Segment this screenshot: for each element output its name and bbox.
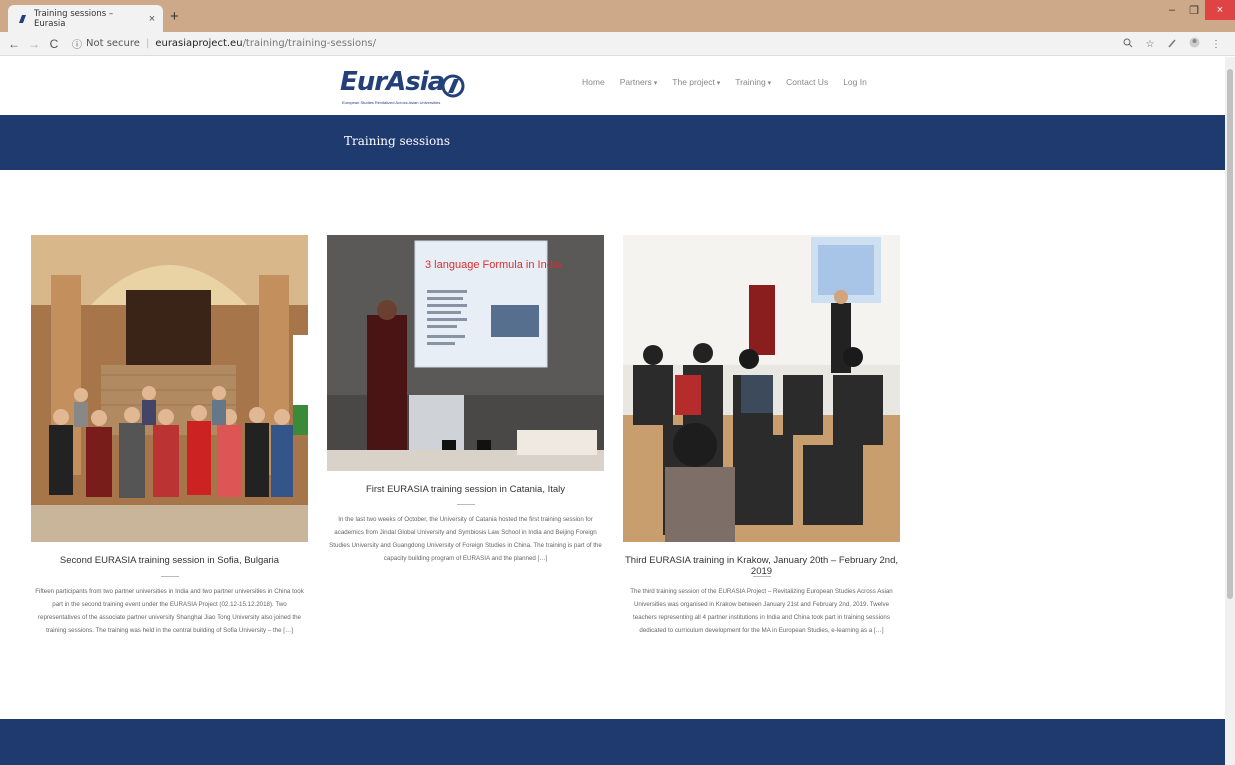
window-controls: – ❐ × [1161,0,1235,20]
slide-title: 3 language Formula in India [425,259,562,271]
minimize-button[interactable]: – [1161,0,1183,20]
page-title: Training sessions [344,134,451,148]
menu-item-home[interactable]: Home [582,77,605,87]
menu-item-training[interactable]: Training [735,77,771,87]
menu-kebab-icon[interactable]: ⋮ [1205,39,1227,50]
bookmark-star-icon[interactable]: ☆ [1139,39,1161,50]
main-menu: Home Partners The project Training Conta… [582,77,867,87]
title-divider [161,576,179,577]
url-separator: | [145,38,150,49]
extension-icon[interactable] [1161,38,1183,51]
title-divider [457,504,475,505]
page-title-banner: Training sessions [0,115,1225,170]
web-page: EurAsia European Studies Revitalized Acr… [0,57,1225,765]
post-title-sofia[interactable]: Second EURASIA training session in Sofia… [31,555,308,566]
not-secure-label: Not secure [86,38,140,49]
post-title-catania[interactable]: First EURASIA training session in Catani… [327,484,604,495]
profile-avatar-icon[interactable] [1183,37,1205,51]
page-scrollbar[interactable] [1225,57,1235,765]
logo-mark-icon [441,74,465,98]
post-excerpt-sofia: Fifteen participants from two partner un… [35,588,304,634]
close-window-button[interactable]: × [1205,0,1235,20]
reload-icon[interactable]: C [44,37,64,51]
scrollbar-thumb[interactable] [1227,69,1233,599]
url-field[interactable]: ⓘ Not secure | eurasiaproject.eu /traini… [72,36,376,51]
logo-text: EurAsia [340,67,445,97]
back-icon[interactable]: ← [4,37,24,51]
tab-close-icon[interactable]: × [145,13,159,25]
site-header: EurAsia European Studies Revitalized Acr… [0,57,1225,115]
new-tab-button[interactable]: + [170,8,179,25]
url-host: eurasiaproject.eu [155,38,243,49]
post-image-sofia[interactable] [31,235,308,542]
post-title-krakow[interactable]: Third EURASIA training in Krakow, Januar… [623,555,900,577]
tab-title: Training sessions – Eurasia [34,8,114,29]
post-excerpt-krakow: The third training session of the EURASI… [630,588,893,634]
url-path: /training/training-sessions/ [242,38,376,49]
address-bar: ← → C ⓘ Not secure | eurasiaproject.eu /… [0,32,1235,56]
browser-tab[interactable]: Training sessions – Eurasia × [8,5,163,32]
menu-item-log-in[interactable]: Log In [843,77,867,87]
zoom-icon[interactable] [1117,38,1139,51]
browser-tab-bar: Training sessions – Eurasia × + – ❐ × [0,0,1235,32]
logo-tagline: European Studies Revitalized Across Asia… [342,100,441,105]
restore-button[interactable]: ❐ [1183,0,1205,20]
site-logo[interactable]: EurAsia European Studies Revitalized Acr… [340,67,470,107]
menu-item-the-project[interactable]: The project [672,77,720,87]
site-footer [0,719,1225,765]
post-image-catania[interactable]: 3 language Formula in India [327,235,604,471]
title-divider [753,576,771,577]
post-excerpt-catania: In the last two weeks of October, the Un… [329,516,602,562]
info-icon[interactable]: ⓘ [72,36,82,51]
post-image-krakow[interactable] [623,235,900,542]
menu-item-contact-us[interactable]: Contact Us [786,77,828,87]
site-favicon-icon [16,13,28,25]
menu-item-partners[interactable]: Partners [620,77,658,87]
forward-icon[interactable]: → [24,37,44,51]
